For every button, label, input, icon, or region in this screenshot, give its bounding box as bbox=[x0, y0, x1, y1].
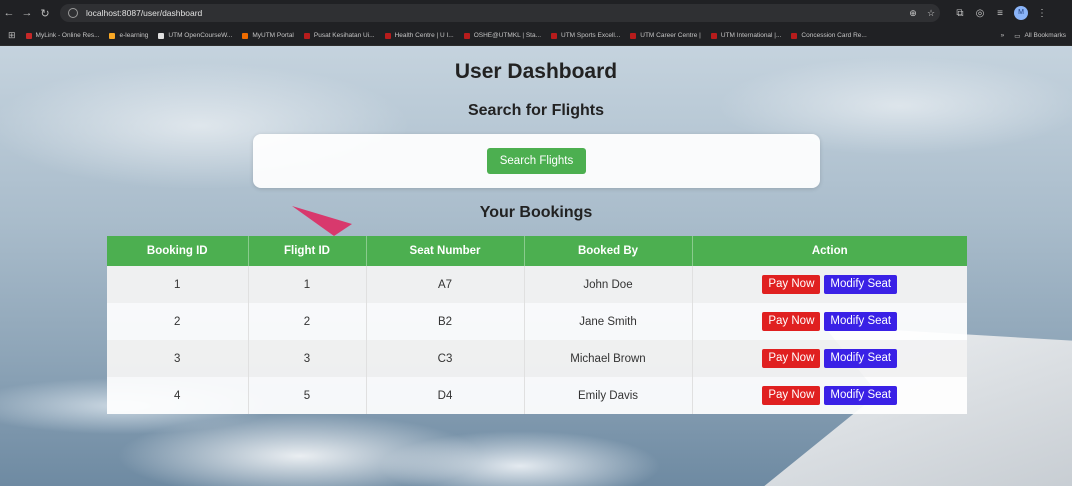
modify-seat-button[interactable]: Modify Seat bbox=[824, 275, 898, 294]
site-info-icon[interactable] bbox=[68, 8, 78, 18]
url-text: localhost:8087/user/dashboard bbox=[86, 8, 203, 18]
bookmark-favicon-icon bbox=[551, 32, 558, 39]
zoom-icon[interactable]: ⊕ bbox=[904, 8, 922, 19]
bookmark-label: OSHE@UTMKL | Sta... bbox=[473, 32, 542, 39]
dashboard-page: User Dashboard Search for Flights Search… bbox=[0, 46, 1072, 486]
header-booking-id: Booking ID bbox=[107, 236, 249, 266]
bookmark-item[interactable]: Pusat Kesihatan Ui... bbox=[303, 32, 375, 39]
pay-now-button[interactable]: Pay Now bbox=[762, 386, 821, 405]
flight-id-cell: 3 bbox=[248, 340, 367, 377]
extensions-icon[interactable]: ⧉ bbox=[950, 8, 970, 19]
seat-cell: D4 bbox=[366, 377, 525, 414]
bookmark-favicon-icon bbox=[384, 32, 391, 39]
bookmark-favicon-icon bbox=[710, 32, 717, 39]
bookmark-label: UTM Career Centre | bbox=[640, 32, 701, 39]
address-bar[interactable]: localhost:8087/user/dashboard ⊕ ☆ bbox=[60, 4, 940, 22]
page-title: User Dashboard bbox=[454, 60, 618, 83]
bookmark-label: Concession Card Re... bbox=[801, 32, 867, 39]
booked-by-cell: Emily Davis bbox=[524, 377, 693, 414]
table-row: 4 5 D4 Emily Davis Pay Now Modify Seat bbox=[107, 377, 967, 414]
booking-id-cell: 3 bbox=[107, 340, 249, 377]
table-row: 1 1 A7 John Doe Pay Now Modify Seat bbox=[107, 266, 967, 303]
booked-by-cell: Michael Brown bbox=[524, 340, 693, 377]
flight-id-cell: 5 bbox=[248, 377, 367, 414]
action-cell: Pay Now Modify Seat bbox=[692, 266, 967, 303]
bookmark-label: UTM International |... bbox=[720, 32, 782, 39]
seat-cell: C3 bbox=[366, 340, 525, 377]
modify-seat-button[interactable]: Modify Seat bbox=[824, 312, 898, 331]
booking-id-cell: 2 bbox=[107, 303, 249, 340]
back-icon[interactable]: ← bbox=[0, 7, 18, 19]
bookmark-label: e-learning bbox=[119, 32, 149, 39]
flight-id-cell: 1 bbox=[248, 266, 367, 303]
flight-id-cell: 2 bbox=[248, 303, 367, 340]
all-bookmarks-label[interactable]: All Bookmarks bbox=[1024, 32, 1066, 39]
apps-icon[interactable]: ⊞ bbox=[8, 30, 16, 41]
header-booked-by: Booked By bbox=[524, 236, 693, 266]
bookmark-favicon-icon bbox=[109, 32, 116, 39]
booking-id-cell: 4 bbox=[107, 377, 249, 414]
bookmark-label: UTM Sports Excell... bbox=[561, 32, 621, 39]
header-action: Action bbox=[692, 236, 967, 266]
bookmark-item[interactable]: UTM OpenCourseW... bbox=[158, 32, 232, 39]
pay-now-button[interactable]: Pay Now bbox=[762, 275, 821, 294]
bookings-heading: Your Bookings bbox=[479, 204, 593, 221]
folder-icon: ▭ bbox=[1014, 32, 1021, 40]
bookmarks-overflow-icon[interactable]: » bbox=[1001, 32, 1005, 39]
bookmark-label: Health Centre | U I... bbox=[394, 32, 454, 39]
table-header-row: Booking ID Flight ID Seat Number Booked … bbox=[107, 236, 967, 266]
bookmark-favicon-icon bbox=[791, 32, 798, 39]
action-cell: Pay Now Modify Seat bbox=[692, 303, 967, 340]
bookmark-favicon-icon bbox=[25, 32, 32, 39]
table-row: 3 3 C3 Michael Brown Pay Now Modify Seat bbox=[107, 340, 967, 377]
bookmark-label: MyLink - Online Res... bbox=[35, 32, 100, 39]
media-icon[interactable]: ◎ bbox=[970, 8, 990, 19]
bookmark-favicon-icon bbox=[630, 32, 637, 39]
bookings-table: Booking ID Flight ID Seat Number Booked … bbox=[107, 236, 967, 414]
modify-seat-button[interactable]: Modify Seat bbox=[824, 349, 898, 368]
star-icon[interactable]: ☆ bbox=[922, 8, 940, 19]
seat-cell: A7 bbox=[366, 266, 525, 303]
bookmark-favicon-icon bbox=[463, 32, 470, 39]
bookmark-item[interactable]: UTM Career Centre | bbox=[630, 32, 701, 39]
avatar[interactable]: M bbox=[1014, 6, 1028, 20]
pay-now-button[interactable]: Pay Now bbox=[762, 349, 821, 368]
forward-icon[interactable]: → bbox=[18, 7, 36, 19]
bookmark-label: Pusat Kesihatan Ui... bbox=[313, 32, 375, 39]
bookmark-item[interactable]: Health Centre | U I... bbox=[384, 32, 454, 39]
seat-cell: B2 bbox=[366, 303, 525, 340]
search-flights-button[interactable]: Search Flights bbox=[487, 148, 586, 174]
bookmark-favicon-icon bbox=[303, 32, 310, 39]
booked-by-cell: John Doe bbox=[524, 266, 693, 303]
bookmark-item[interactable]: OSHE@UTMKL | Sta... bbox=[463, 32, 542, 39]
header-flight-id: Flight ID bbox=[248, 236, 367, 266]
search-card: Search Flights bbox=[253, 134, 820, 188]
menu-icon[interactable]: ⋮ bbox=[1032, 8, 1052, 19]
bookmark-list: MyLink - Online Res... e-learning UTM Open… bbox=[16, 32, 867, 39]
action-cell: Pay Now Modify Seat bbox=[692, 340, 967, 377]
bookmark-favicon-icon bbox=[158, 32, 165, 39]
bookmark-item[interactable]: Concession Card Re... bbox=[791, 32, 867, 39]
bookmark-label: MyUTM Portal bbox=[252, 32, 294, 39]
search-heading: Search for Flights bbox=[467, 102, 605, 119]
bookmark-item[interactable]: UTM International |... bbox=[710, 32, 782, 39]
bookmark-item[interactable]: MyLink - Online Res... bbox=[25, 32, 100, 39]
bookmark-item[interactable]: UTM Sports Excell... bbox=[551, 32, 620, 39]
booking-id-cell: 1 bbox=[107, 266, 249, 303]
bookmarks-bar: ⊞ MyLink - Online Res... e-learning UTM Op… bbox=[0, 26, 1072, 46]
tab-search-icon[interactable]: ≡ bbox=[990, 8, 1010, 19]
bookmark-item[interactable]: MyUTM Portal bbox=[242, 32, 294, 39]
bookmark-label: UTM OpenCourseW... bbox=[168, 32, 233, 39]
table-row: 2 2 B2 Jane Smith Pay Now Modify Seat bbox=[107, 303, 967, 340]
reload-icon[interactable]: ↻ bbox=[36, 7, 54, 20]
bookmark-favicon-icon bbox=[242, 32, 249, 39]
action-cell: Pay Now Modify Seat bbox=[692, 377, 967, 414]
booked-by-cell: Jane Smith bbox=[524, 303, 693, 340]
bookmark-item[interactable]: e-learning bbox=[109, 32, 148, 39]
browser-toolbar: ← → ↻ localhost:8087/user/dashboard ⊕ ☆ … bbox=[0, 0, 1072, 26]
header-seat-number: Seat Number bbox=[366, 236, 525, 266]
pay-now-button[interactable]: Pay Now bbox=[762, 312, 821, 331]
modify-seat-button[interactable]: Modify Seat bbox=[824, 386, 898, 405]
